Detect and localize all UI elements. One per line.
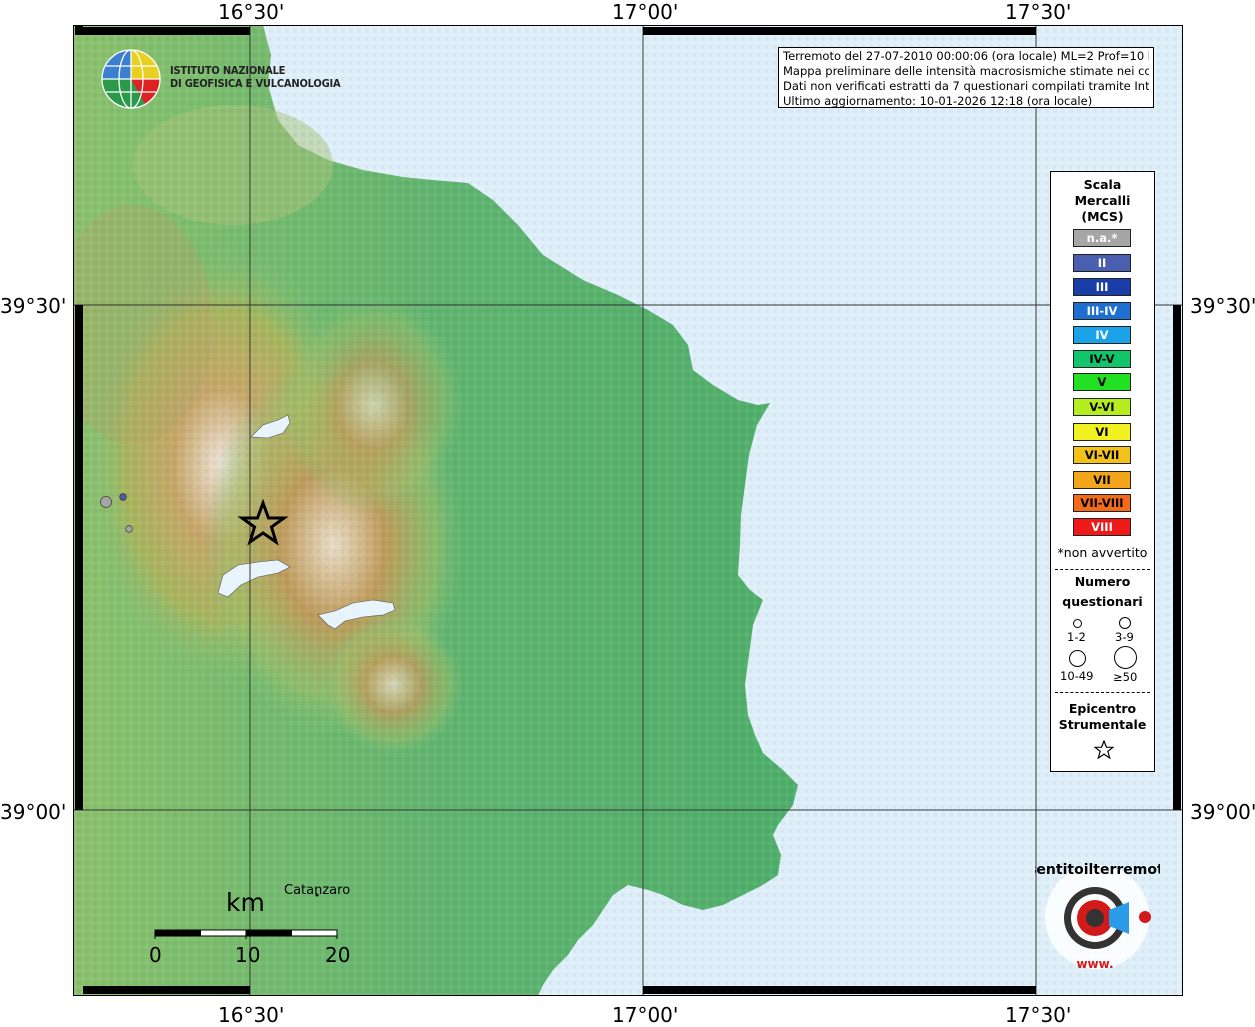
not-felt-note: *non avvertito bbox=[1057, 545, 1148, 560]
ingv-line-2: DI GEOFISICA E VULCANOLOGIA bbox=[170, 77, 341, 90]
intensity-swatch: III bbox=[1073, 278, 1131, 296]
scale-tick-0: 0 bbox=[149, 943, 162, 967]
size-label-50: ≥50 bbox=[1113, 670, 1138, 684]
tick-right-3900: 39°00' bbox=[1190, 800, 1255, 824]
haisentito-www: www. bbox=[1076, 957, 1113, 971]
intensity-swatch: VII-VIII bbox=[1073, 494, 1131, 512]
size-ring-small bbox=[1073, 619, 1082, 628]
scale-tick-10: 10 bbox=[235, 943, 261, 967]
ingv-globe-logo-icon bbox=[101, 49, 161, 109]
ingv-line-1: ISTITUTO NAZIONALE bbox=[170, 64, 286, 77]
legend-star-icon bbox=[1094, 740, 1114, 760]
data-note-line: Dati non verificati estratti da 7 questi… bbox=[783, 79, 1149, 93]
legend-title-line: Scala bbox=[1083, 177, 1122, 192]
intensity-swatch: IV bbox=[1073, 326, 1131, 344]
legend-title: Scala Mercalli (MCS) bbox=[1051, 177, 1154, 225]
terrain-map bbox=[53, 25, 1183, 996]
tick-bottom-1730: 17°30' bbox=[1005, 1003, 1072, 1027]
legend-title-line: Mercalli bbox=[1074, 193, 1131, 208]
intensity-swatch: V bbox=[1073, 373, 1131, 391]
questionnaire-point bbox=[125, 525, 133, 533]
size-ring-medium bbox=[1119, 617, 1131, 629]
tick-top-1700: 17°00' bbox=[612, 0, 679, 24]
intensity-swatch: VIII bbox=[1073, 518, 1131, 536]
epicenter-title-1: Epicentro bbox=[1068, 701, 1137, 716]
epicenter-title-2: Strumentale bbox=[1058, 717, 1147, 732]
questionnaires-title-1: Numero bbox=[1074, 574, 1131, 589]
size-label-3-9: 3-9 bbox=[1115, 630, 1134, 644]
legend-title-line: (MCS) bbox=[1081, 209, 1124, 224]
haisentito-logo-icon[interactable]: haisentitoilterremoto.it www. bbox=[1035, 860, 1160, 975]
city-label-catanzaro: Catanzaro bbox=[284, 883, 351, 898]
questionnaire-point bbox=[100, 496, 112, 508]
event-info-box: Terremoto del 27-07-2010 00:00:06 (ora l… bbox=[778, 47, 1154, 108]
intensity-swatch: III-IV bbox=[1073, 302, 1131, 320]
scale-tick-20: 20 bbox=[325, 943, 351, 967]
event-line: Terremoto del 27-07-2010 00:00:06 (ora l… bbox=[783, 49, 1149, 63]
size-ring-xlarge bbox=[1114, 646, 1137, 669]
map-description-line: Mappa preliminare delle intensità macros… bbox=[783, 64, 1149, 78]
map-area[interactable] bbox=[53, 25, 1183, 996]
tick-left-3900: 39°00' bbox=[0, 800, 67, 824]
intensity-swatch: VI bbox=[1073, 423, 1131, 441]
intensity-swatch: VII bbox=[1073, 471, 1131, 489]
tick-left-3930: 39°30' bbox=[0, 294, 67, 318]
legend-divider bbox=[1055, 569, 1150, 570]
tick-bottom-1700: 17°00' bbox=[612, 1003, 679, 1027]
intensity-swatch: IV-V bbox=[1073, 350, 1131, 368]
intensity-swatch: VI-VII bbox=[1073, 446, 1131, 464]
last-update-line: Ultimo aggiornamento: 10-01-2026 12:18 (… bbox=[783, 94, 1093, 108]
legend-panel: Scala Mercalli (MCS) n.a.* II III III-IV IV I… bbox=[1050, 171, 1155, 772]
size-label-1-2: 1-2 bbox=[1067, 630, 1086, 644]
questionnaires-title-2: questionari bbox=[1062, 594, 1143, 609]
size-label-10-49: 10-49 bbox=[1060, 669, 1094, 683]
tick-right-3930: 39°30' bbox=[1190, 294, 1255, 318]
intensity-swatch: II bbox=[1073, 254, 1131, 272]
legend-divider bbox=[1055, 692, 1150, 693]
ingv-institute-name: ISTITUTO NAZIONALE DI GEOFISICA E VULCAN… bbox=[170, 64, 341, 90]
size-ring-large bbox=[1069, 650, 1086, 667]
tick-top-1630: 16°30' bbox=[218, 0, 285, 24]
scale-unit: km bbox=[226, 888, 265, 917]
haisentito-text: haisentitoilterremoto.it bbox=[1035, 862, 1160, 878]
tick-top-1730: 17°30' bbox=[1005, 0, 1072, 24]
intensity-swatch: n.a.* bbox=[1073, 229, 1131, 247]
tick-bottom-1630: 16°30' bbox=[218, 1003, 285, 1027]
intensity-swatch: V-VI bbox=[1073, 398, 1131, 416]
questionnaire-point bbox=[119, 493, 127, 501]
